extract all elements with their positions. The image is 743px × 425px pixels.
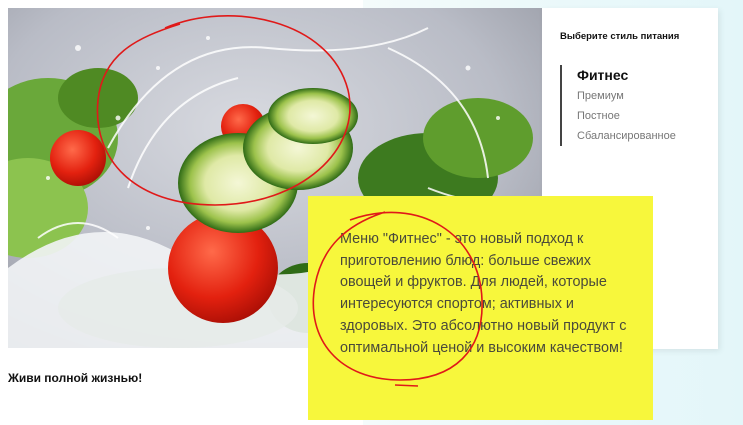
diet-style-balanced[interactable]: Сбалансированное: [577, 126, 676, 146]
highlight-box: Меню "Фитнес" - это новый подход к приго…: [308, 196, 653, 420]
diet-style-fitness[interactable]: Фитнес: [577, 65, 676, 85]
panel-title: Выберите стиль питания: [560, 31, 680, 42]
tagline: Живи полной жизнью!: [8, 371, 143, 385]
diet-style-premium[interactable]: Премиум: [577, 86, 676, 106]
menu-description: Меню "Фитнес" - это новый подход к приго…: [340, 231, 627, 356]
diet-style-lenten[interactable]: Постное: [577, 106, 676, 126]
page: Выберите стиль питания Фитнес Премиум По…: [0, 0, 743, 425]
diet-style-list: Фитнес Премиум Постное Сбалансированное: [560, 65, 676, 146]
